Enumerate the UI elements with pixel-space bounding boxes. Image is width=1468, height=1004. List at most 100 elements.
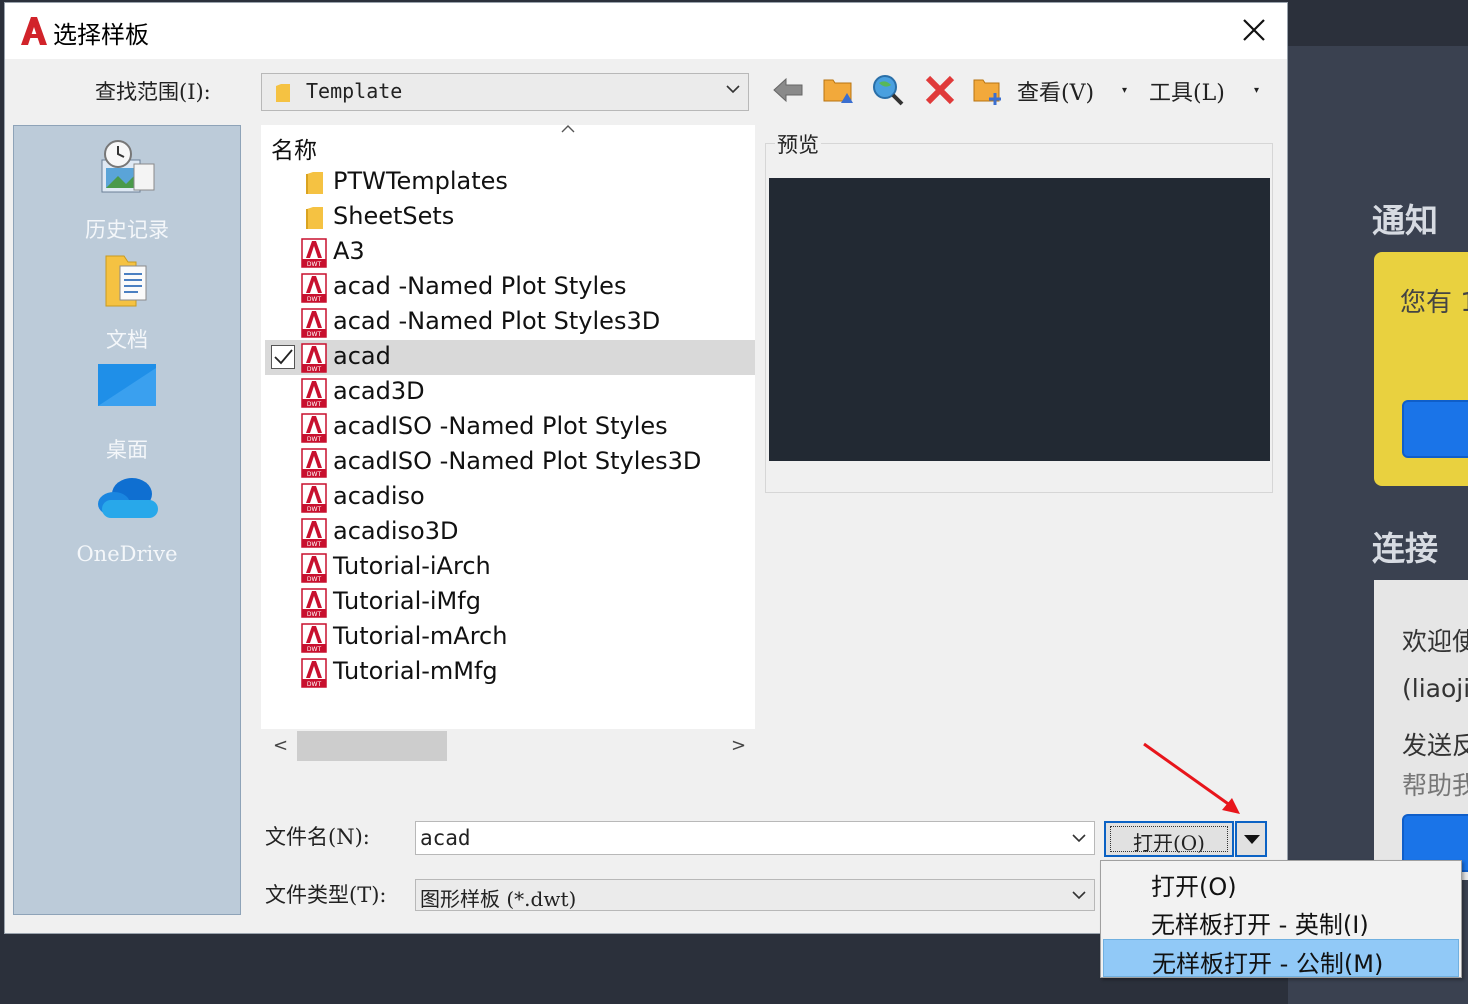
place-label: 文档 bbox=[106, 328, 148, 352]
file-name: Tutorial-iMfg bbox=[333, 587, 481, 615]
sort-ascending-icon bbox=[561, 125, 575, 133]
scroll-left-icon[interactable]: < bbox=[273, 735, 288, 756]
select-template-dialog: 选择样板 查找范围(I): Template 查看(V) ▾ 工具(L) ▾ 历… bbox=[4, 2, 1288, 934]
dwt-file-icon: DWT bbox=[301, 343, 327, 373]
file-name: A3 bbox=[333, 237, 365, 265]
dwt-file-icon: DWT bbox=[301, 658, 327, 688]
template-file-row[interactable]: DWT acad3D bbox=[265, 375, 755, 410]
file-name: PTWTemplates bbox=[333, 167, 508, 195]
place-onedrive[interactable]: OneDrive bbox=[14, 466, 240, 566]
scroll-right-icon[interactable]: > bbox=[731, 735, 746, 756]
dwt-file-icon: DWT bbox=[301, 623, 327, 653]
dwt-badge-text: DWT bbox=[307, 541, 322, 548]
file-name-value: acad bbox=[420, 826, 471, 850]
menu-item-open[interactable]: 打开(O) bbox=[1103, 863, 1459, 901]
tools-dropdown-icon[interactable]: ▾ bbox=[1254, 85, 1259, 96]
place-documents[interactable]: 文档 bbox=[14, 248, 240, 354]
column-header-name[interactable]: 名称 bbox=[271, 131, 317, 165]
background-top-strip bbox=[1288, 0, 1468, 46]
connect-line: 发送反 bbox=[1402, 731, 1468, 760]
dwt-file-icon: DWT bbox=[301, 553, 327, 583]
new-folder-icon[interactable] bbox=[971, 73, 1005, 107]
template-file-row[interactable]: DWT Tutorial-mMfg bbox=[265, 655, 755, 690]
menu-item-open-no-template-imperial[interactable]: 无样板打开 - 英制(I) bbox=[1103, 901, 1459, 939]
menu-item-open-no-template-metric[interactable]: 无样板打开 - 公制(M) bbox=[1103, 939, 1459, 978]
chevron-down-icon bbox=[726, 85, 740, 94]
template-file-row[interactable]: DWT acadISO -Named Plot Styles bbox=[265, 410, 755, 445]
menu-item-label: 无样板打开 - 英制(I) bbox=[1151, 911, 1369, 939]
dwt-badge-text: DWT bbox=[307, 576, 322, 583]
chevron-down-icon[interactable] bbox=[1072, 833, 1086, 843]
dwt-file-icon: DWT bbox=[301, 518, 327, 548]
template-file-row[interactable]: DWT Tutorial-iMfg bbox=[265, 585, 755, 620]
open-button[interactable]: 打开(O) bbox=[1104, 821, 1234, 857]
template-file-row[interactable]: DWT acadiso3D bbox=[265, 515, 755, 550]
preview-image bbox=[769, 178, 1270, 461]
dwt-file-icon: DWT bbox=[301, 308, 327, 338]
file-name: acadiso3D bbox=[333, 517, 459, 545]
preview-label: 预览 bbox=[775, 129, 821, 159]
search-web-icon[interactable] bbox=[871, 73, 905, 107]
back-arrow-icon[interactable] bbox=[771, 73, 805, 107]
place-history[interactable]: 历史记录 bbox=[14, 138, 240, 244]
dwt-file-icon: DWT bbox=[301, 273, 327, 303]
template-file-row[interactable]: DWT Tutorial-iArch bbox=[265, 550, 755, 585]
open-dropdown-button[interactable] bbox=[1235, 821, 1267, 857]
selection-checkbox[interactable] bbox=[271, 345, 295, 369]
place-label: OneDrive bbox=[76, 542, 178, 566]
file-type-label: 文件类型(T): bbox=[265, 883, 387, 907]
dwt-badge-text: DWT bbox=[307, 681, 322, 688]
file-name: acad -Named Plot Styles3D bbox=[333, 307, 661, 335]
view-menu[interactable]: 查看(V) bbox=[1017, 75, 1094, 107]
dwt-badge-text: DWT bbox=[307, 366, 322, 373]
dwt-badge-text: DWT bbox=[307, 331, 322, 338]
file-type-combo[interactable]: 图形样板 (*.dwt) bbox=[415, 879, 1095, 911]
file-name: Tutorial-mArch bbox=[333, 622, 508, 650]
template-file-row[interactable]: DWT acad bbox=[265, 340, 755, 375]
folder-icon bbox=[306, 207, 323, 229]
file-name: acadISO -Named Plot Styles3D bbox=[333, 447, 702, 475]
place-label: 桌面 bbox=[106, 438, 148, 462]
template-file-row[interactable]: DWT acad -Named Plot Styles3D bbox=[265, 305, 755, 340]
dwt-badge-text: DWT bbox=[307, 436, 322, 443]
template-file-row[interactable]: DWT Tutorial-mArch bbox=[265, 620, 755, 655]
autocad-logo-icon bbox=[21, 17, 47, 45]
horizontal-scrollbar[interactable]: < > bbox=[261, 729, 755, 763]
notify-action-button[interactable] bbox=[1402, 400, 1468, 458]
dwt-badge-text: DWT bbox=[307, 611, 322, 618]
annotation-arrow-icon bbox=[1143, 742, 1240, 814]
delete-icon[interactable] bbox=[923, 73, 957, 107]
file-name-input[interactable]: acad bbox=[415, 821, 1095, 855]
view-dropdown-icon[interactable]: ▾ bbox=[1122, 85, 1127, 96]
template-file-row[interactable]: DWT acad -Named Plot Styles bbox=[265, 270, 755, 305]
tools-menu[interactable]: 工具(L) bbox=[1149, 75, 1225, 107]
template-file-row[interactable]: DWT acadISO -Named Plot Styles3D bbox=[265, 445, 755, 480]
dwt-file-icon: DWT bbox=[301, 588, 327, 618]
folder-row[interactable]: PTWTemplates bbox=[265, 165, 755, 200]
connect-line: 欢迎使 bbox=[1402, 627, 1468, 656]
connect-card: 欢迎使 (liaoji 发送反 帮助我 bbox=[1374, 580, 1468, 880]
folder-row[interactable]: SheetSets bbox=[265, 200, 755, 235]
up-folder-icon[interactable] bbox=[821, 73, 855, 107]
place-desktop[interactable]: 桌面 bbox=[14, 358, 240, 464]
file-name: Tutorial-mMfg bbox=[333, 657, 498, 685]
dwt-file-icon: DWT bbox=[301, 413, 327, 443]
dwt-file-icon: DWT bbox=[301, 378, 327, 408]
dialog-title: 选择样板 bbox=[53, 21, 149, 49]
look-in-combo[interactable]: Template bbox=[261, 73, 749, 111]
scrollbar-thumb[interactable] bbox=[297, 731, 447, 761]
folder-icon bbox=[306, 172, 323, 194]
close-icon[interactable] bbox=[1241, 17, 1267, 43]
file-type-value: 图形样板 (*.dwt) bbox=[420, 887, 577, 911]
template-file-row[interactable]: DWT A3 bbox=[265, 235, 755, 270]
dwt-file-icon: DWT bbox=[301, 238, 327, 268]
desktop-icon bbox=[98, 364, 156, 406]
file-name-label: 文件名(N): bbox=[265, 825, 370, 849]
template-file-row[interactable]: DWT acadiso bbox=[265, 480, 755, 515]
look-in-value: Template bbox=[306, 79, 403, 103]
connect-line: (liaoji bbox=[1402, 674, 1468, 703]
onedrive-cloud-icon bbox=[98, 478, 158, 518]
places-bar: 历史记录 文档 桌面 OneDrive bbox=[13, 125, 241, 915]
file-name: acadISO -Named Plot Styles bbox=[333, 412, 668, 440]
dwt-badge-text: DWT bbox=[307, 646, 322, 653]
